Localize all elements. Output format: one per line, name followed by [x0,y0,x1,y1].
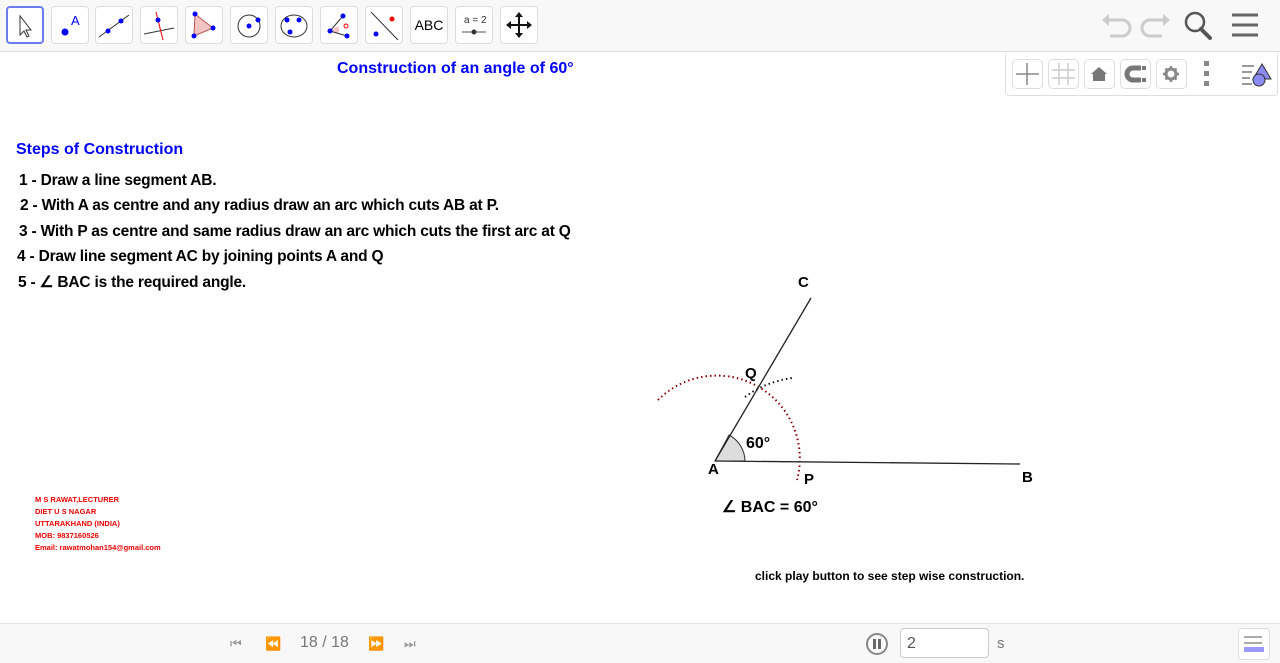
player-bar: ⏮ ⏪ 18 / 18 ⏩ ⏭ 2 s [0,623,1280,663]
algebra-icon [1244,636,1264,652]
step-counter: 18 / 18 [300,634,349,651]
algebra-view-button[interactable] [1238,628,1270,660]
pause-button[interactable] [866,633,888,655]
label-b: B [1022,469,1033,486]
label-q: Q [745,365,757,382]
pause-icon [873,639,881,649]
arc-from-a [657,374,801,481]
label-p: P [804,471,814,488]
previous-step-icon[interactable]: ⏪ [265,636,281,652]
next-step-icon[interactable]: ⏩ [368,636,384,652]
construction-canvas: A B C P Q 60° ∠ BAC = 60° [657,274,1033,516]
speed-input[interactable]: 2 [900,628,989,658]
angle-marker [714,434,746,462]
speed-unit: s [997,635,1005,652]
first-step-icon[interactable]: ⏮ [230,636,242,652]
angle-equation: ∠ BAC = 60° [722,499,818,516]
angle-value-label: 60° [746,435,770,452]
label-a: A [708,461,719,478]
play-hint: click play button to see step wise const… [755,569,1025,583]
label-c: C [798,274,809,291]
last-step-icon[interactable]: ⏭ [404,636,416,652]
segment-ab[interactable] [714,460,1021,465]
